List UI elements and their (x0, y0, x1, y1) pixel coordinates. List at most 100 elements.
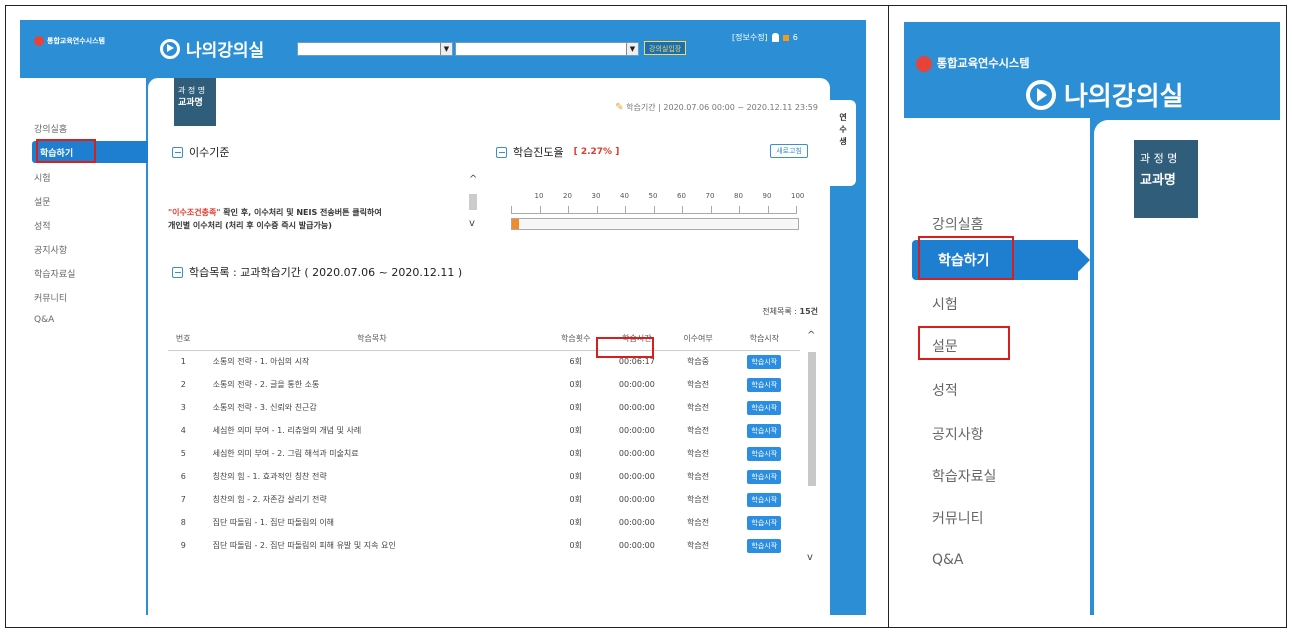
highlight-box (596, 337, 654, 358)
completion-status: 학습전 (687, 495, 710, 504)
table-row: 5 세심한 의미 부여 - 2. 그림 해석과 미술치료 0회 00:00:00 학습전… (168, 442, 800, 465)
chevron-down-icon[interactable]: v (807, 552, 813, 563)
column-header: 번호 (168, 328, 199, 351)
start-study-button[interactable]: 학습시작 (747, 469, 782, 484)
progress-bar (511, 218, 799, 230)
course-name: 교과명 (178, 98, 203, 108)
scale-tick (511, 206, 512, 214)
lesson-title[interactable]: 소통의 전략 - 3. 신뢰와 친근감 (199, 396, 546, 419)
study-count: 0회 (569, 472, 582, 481)
start-study-button[interactable]: 학습시작 (747, 423, 782, 438)
sidebar-item-home[interactable]: 강의실홈 (34, 122, 67, 135)
lesson-title[interactable]: 세심한 의미 부여 - 2. 그림 해석과 미술치료 (199, 442, 546, 465)
chevron-up-icon[interactable]: ^ (469, 174, 477, 185)
sidebar-item-materials[interactable]: 학습자료실 (932, 466, 996, 486)
scale-label: 80 (734, 192, 743, 200)
class-select[interactable]: ▼ (455, 42, 639, 56)
study-count: 0회 (569, 403, 582, 412)
scale-label: 10 (534, 192, 544, 200)
study-time: 00:00:00 (618, 403, 655, 412)
lesson-title[interactable]: 소통의 전략 - 2. 글을 통한 소통 (199, 373, 546, 396)
study-time: 00:00:00 (618, 518, 655, 527)
row-number: 6 (180, 472, 186, 481)
chevron-down-icon: ▼ (440, 43, 452, 55)
lesson-list-heading: 학습목록 : 교과학습기간 ( 2020.07.06 ~ 2020.12.11 … (172, 264, 462, 280)
study-period: ✎ 학습기간 | 2020.07.06 00:00 ~ 2020.12.11 2… (615, 102, 818, 113)
header: 통합교육연수시스템 나의강의실 ▼ ▼ 강의실입장 [정보수정] 6 (20, 20, 866, 78)
enter-classroom-button[interactable]: 강의실입장 (644, 41, 687, 55)
row-number: 7 (180, 495, 186, 504)
progress-heading: 학습진도율 [ 2.27% ] (496, 144, 619, 160)
lesson-title[interactable]: 칭찬의 힘 - 2. 자존감 살리기 전략 (199, 488, 546, 511)
chevron-down-icon[interactable]: v (469, 218, 475, 229)
total-count: 전체목록 : 15건 (762, 307, 818, 316)
sidebar: 강의실홈 학습하기 시험 설문 성적 공지사항 학습자료실 커뮤니티 Q&A (20, 78, 160, 615)
sidebar-item-survey[interactable]: 설문 (34, 195, 51, 208)
refresh-button[interactable]: 새로고침 (770, 144, 808, 158)
learner-tab-char: 생 (839, 137, 847, 146)
play-icon (160, 38, 180, 59)
table-row: 7 칭찬의 힘 - 2. 자존감 살리기 전략 0회 00:00:00 학습전 학습시작 (168, 488, 800, 511)
learner-tab[interactable]: 연수생 (830, 100, 856, 186)
lesson-title[interactable]: 세심한 의미 부여 - 1. 리츄얼의 개념 및 사례 (199, 419, 546, 442)
lesson-title[interactable]: 소통의 전략 - 1. 아심의 시작 (199, 350, 546, 373)
sidebar-item-home[interactable]: 강의실홈 (932, 214, 984, 234)
start-study-button[interactable]: 학습시작 (747, 400, 782, 415)
site-logo[interactable]: 통합교육연수시스템 (34, 36, 105, 46)
chevron-up-icon[interactable]: ^ (807, 330, 815, 341)
notification-icon[interactable] (782, 34, 789, 41)
logo-mark-icon (916, 56, 932, 72)
classroom-screen: 통합교육연수시스템 나의강의실 ▼ ▼ 강의실입장 [정보수정] 6 강의실홈 … (20, 20, 866, 615)
study-time: 00:00:00 (618, 449, 655, 458)
study-time: 00:00:00 (618, 380, 655, 389)
start-study-button[interactable]: 학습시작 (747, 446, 782, 461)
progress-scale: 10 20 30 40 50 60 70 80 90 100 (503, 192, 805, 232)
table-row: 9 집단 따돌림 - 2. 집단 따돌림의 피해 유발 및 지속 요인 0회 00:0… (168, 534, 800, 557)
sidebar-item-community[interactable]: 커뮤니티 (932, 508, 984, 528)
sidebar-item-qna[interactable]: Q&A (34, 315, 54, 325)
progress-fill (512, 219, 520, 229)
logo-mark-icon (34, 36, 44, 46)
column-header: 학습목차 (198, 328, 546, 351)
brand-title: 나의강의실 (160, 36, 264, 61)
sidebar-item-grades[interactable]: 성적 (932, 380, 958, 400)
start-study-button[interactable]: 학습시작 (747, 492, 782, 507)
info-edit-link[interactable]: [정보수정] (732, 32, 768, 43)
sidebar-item-exam[interactable]: 시험 (932, 294, 958, 314)
row-number: 3 (180, 403, 186, 412)
scale-tick (710, 206, 712, 214)
user-icon[interactable] (771, 33, 779, 42)
start-study-button[interactable]: 학습시작 (747, 354, 782, 369)
user-menu: [정보수정] 6 (732, 32, 798, 43)
table-row: 3 소통의 전략 - 3. 신뢰와 친근감 0회 00:00:00 학습전 학습시작 (168, 396, 800, 419)
lesson-title[interactable]: 집단 따돌림 - 2. 집단 따돌림의 피해 유발 및 지속 요인 (199, 534, 546, 557)
play-icon (1026, 79, 1056, 110)
scale-label: 90 (762, 192, 772, 200)
start-study-button[interactable]: 학습시작 (747, 515, 782, 530)
site-logo[interactable]: 통합교육연수시스템 (916, 56, 1030, 72)
sidebar-item-notice[interactable]: 공지사항 (932, 424, 984, 444)
lesson-title[interactable]: 집단 따돌림 - 1. 집단 따돌림의 이해 (199, 511, 546, 534)
scroll-thumb[interactable] (469, 194, 477, 210)
sidebar-item-materials[interactable]: 학습자료실 (34, 267, 75, 280)
zoomed-view: 통합교육연수시스템 나의강의실 강의실홈 학습하기 시험 설문 성적 공지사항 … (904, 22, 1280, 615)
start-study-button[interactable]: 학습시작 (747, 538, 782, 553)
sidebar-item-exam[interactable]: 시험 (34, 171, 51, 184)
lesson-title[interactable]: 칭찬의 힘 - 1. 효과적인 칭찬 전략 (199, 465, 546, 488)
sidebar-item-qna[interactable]: Q&A (932, 552, 964, 568)
start-study-button[interactable]: 학습시작 (747, 377, 782, 392)
scale-tick (568, 206, 569, 214)
course-select[interactable]: ▼ (297, 42, 453, 56)
completion-status: 학습전 (687, 541, 710, 550)
lesson-table-scrollbar[interactable]: ^ v (806, 330, 818, 570)
sidebar-item-notice[interactable]: 공지사항 (34, 243, 67, 256)
start-cell: 학습시작 (729, 350, 800, 373)
study-time: 00:00:00 (618, 472, 655, 481)
scale-tick (796, 206, 797, 214)
criteria-scrollbar[interactable]: ^ v (468, 174, 478, 230)
sidebar-item-community[interactable]: 커뮤니티 (34, 291, 67, 304)
scroll-thumb[interactable] (808, 352, 816, 486)
scale-label: 100 (791, 192, 805, 200)
scale-label: 70 (705, 192, 715, 200)
sidebar-item-grades[interactable]: 성적 (34, 219, 51, 232)
